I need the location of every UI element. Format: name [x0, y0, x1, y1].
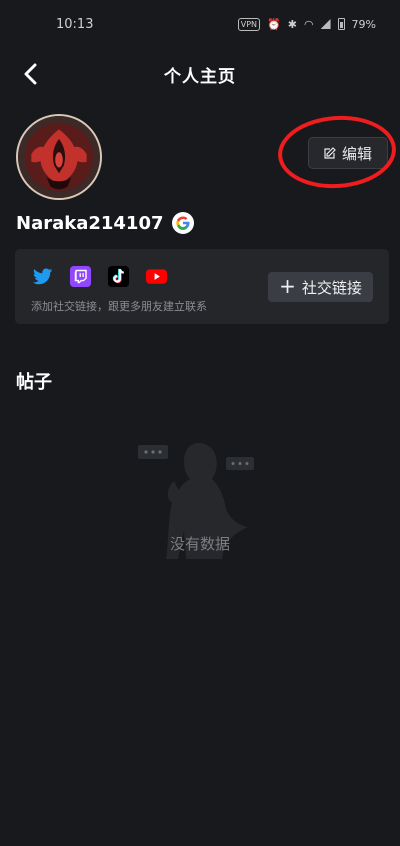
- username-row: Naraka214107: [16, 210, 194, 236]
- add-social-label: 社交链接: [301, 278, 362, 297]
- username: Naraka214107: [16, 212, 164, 234]
- bluetooth-icon: ✱: [287, 17, 297, 31]
- twitch-icon[interactable]: [69, 265, 92, 288]
- signal-icon: [320, 19, 331, 29]
- status-icons: VPN ⏰ ✱ ◠ 79%: [237, 17, 376, 31]
- avatar-emblem-icon: [18, 116, 100, 198]
- social-icons-row: [31, 265, 168, 288]
- posts-section-title: 帖子: [16, 372, 52, 393]
- status-bar: 10:13 VPN ⏰ ✱ ◠ 79%: [0, 0, 400, 48]
- empty-character-icon: [138, 443, 254, 559]
- wifi-icon: ◠: [303, 17, 314, 31]
- edit-profile-button[interactable]: 编辑: [308, 137, 388, 169]
- back-button[interactable]: [16, 60, 44, 88]
- social-links-card: 添加社交链接，跟更多朋友建立联系 + 社交链接: [15, 249, 389, 324]
- status-time: 10:13: [56, 16, 94, 32]
- avatar[interactable]: [16, 114, 102, 200]
- alarm-icon: ⏰: [267, 17, 281, 31]
- empty-state-text: 没有数据: [169, 535, 230, 553]
- plus-icon: +: [279, 274, 296, 298]
- youtube-icon[interactable]: [145, 265, 168, 288]
- page-title: 个人主页: [164, 66, 236, 87]
- profile-page: 10:13 VPN ⏰ ✱ ◠ 79% 个人主页 编辑 Naraka214107…: [0, 0, 400, 846]
- empty-state-illustration: [120, 435, 280, 575]
- battery-icon: [337, 18, 345, 30]
- edit-label: 编辑: [341, 144, 372, 163]
- add-social-link-button[interactable]: + 社交链接: [268, 272, 373, 302]
- twitter-icon[interactable]: [31, 265, 54, 288]
- chevron-left-icon: [24, 63, 37, 85]
- edit-icon: [324, 147, 336, 159]
- social-hint-text: 添加社交链接，跟更多朋友建立联系: [31, 300, 207, 313]
- battery-percent: 79%: [351, 17, 376, 31]
- top-nav: 个人主页: [0, 52, 400, 96]
- vpn-icon: VPN: [237, 17, 261, 31]
- google-icon: [171, 212, 194, 234]
- tiktok-icon[interactable]: [107, 265, 130, 288]
